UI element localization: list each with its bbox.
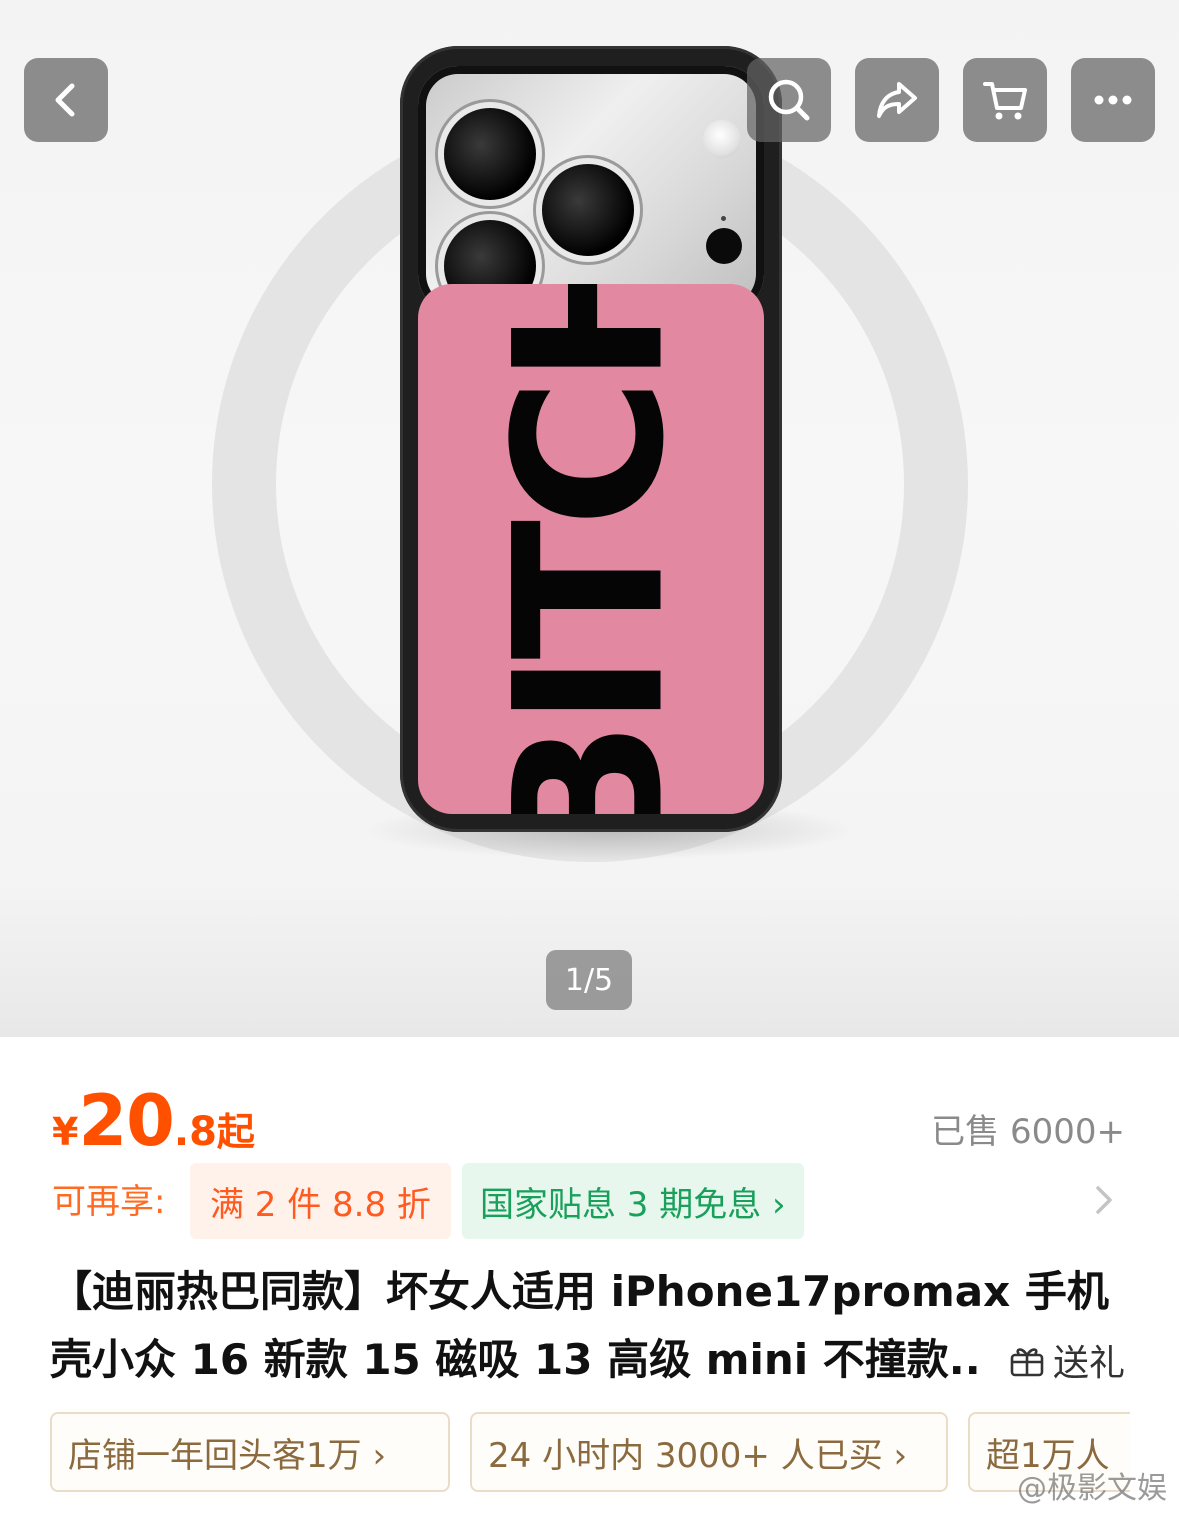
price: ¥ 20 .8 起 xyxy=(52,1080,255,1162)
camera-lens xyxy=(542,164,634,256)
gallery-page-indicator: 1/5 xyxy=(546,950,632,1010)
promo-label: 可再享: xyxy=(52,1182,166,1222)
case-print-panel: BITCH xyxy=(418,284,764,814)
price-suffix: 起 xyxy=(216,1110,255,1154)
tag-row: 店铺一年回头客1万 › 24 小时内 3000+ 人已买 › 超1万人 xyxy=(50,1412,1130,1494)
price-integer: 20 xyxy=(78,1080,174,1162)
camera-mic xyxy=(721,216,726,221)
chevron-right-icon[interactable] xyxy=(1089,1180,1119,1220)
sold-count: 已售 6000+ xyxy=(931,1112,1125,1152)
product-image-phone-case: BITCH xyxy=(400,46,782,832)
share-icon xyxy=(877,82,917,118)
gift-label: 送礼 xyxy=(1052,1343,1125,1384)
camera-lidar xyxy=(706,228,742,264)
product-title-line1: 【迪丽热巴同款】坏女人适用 iPhone17promax 手机 xyxy=(50,1267,1109,1316)
search-icon xyxy=(768,79,810,121)
search-button[interactable] xyxy=(747,58,831,142)
share-button[interactable] xyxy=(855,58,939,142)
back-button[interactable] xyxy=(24,58,108,142)
watermark: @极影文娱 xyxy=(1017,1463,1167,1507)
product-title-line2: 壳小众 16 新款 15 磁吸 13 高级 mini 不撞款... xyxy=(50,1335,980,1384)
discount-chip[interactable]: 满 2 件 8.8 折 xyxy=(190,1163,451,1239)
tag-recent-buyers[interactable]: 24 小时内 3000+ 人已买 › xyxy=(470,1412,948,1492)
gift-button[interactable]: 送礼 xyxy=(1007,1334,1125,1386)
more-button[interactable] xyxy=(1071,58,1155,142)
product-gallery[interactable]: BITCH 1/5 xyxy=(0,0,1179,1037)
watermark-text: @极影文娱 xyxy=(1017,1471,1167,1506)
installment-chip[interactable]: 国家贴息 3 期免息 › xyxy=(462,1163,804,1239)
tag-returning-customers[interactable]: 店铺一年回头客1万 › xyxy=(50,1412,450,1492)
case-print-text: BITCH xyxy=(471,284,710,814)
cart-button[interactable] xyxy=(963,58,1047,142)
chevron-left-icon xyxy=(55,83,75,117)
more-icon xyxy=(1094,95,1132,105)
camera-module xyxy=(418,66,764,314)
price-currency: ¥ xyxy=(52,1110,79,1154)
cart-icon xyxy=(983,82,1027,120)
price-decimal: .8 xyxy=(173,1109,217,1155)
gift-icon xyxy=(1010,1348,1044,1377)
camera-flash xyxy=(703,120,741,158)
camera-lens xyxy=(444,108,536,200)
product-title: 【迪丽热巴同款】坏女人适用 iPhone17promax 手机 壳小众 16 新… xyxy=(50,1258,1130,1414)
